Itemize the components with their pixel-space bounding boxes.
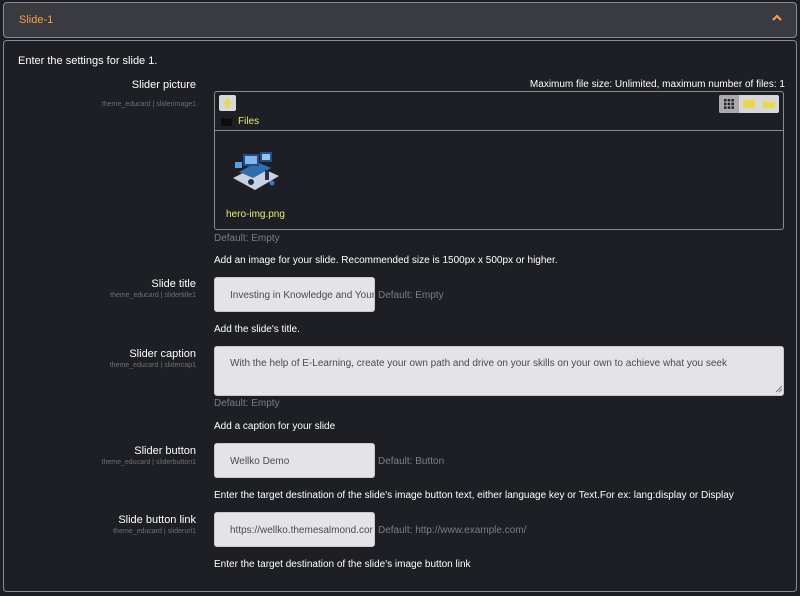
picture-default: Default: Empty bbox=[214, 233, 280, 244]
view-switcher bbox=[719, 95, 779, 113]
link-default: Default: http://www.example.com/ bbox=[378, 525, 527, 536]
button-description: Enter the target destination of the slid… bbox=[214, 490, 734, 501]
intro-text: Enter the settings for slide 1. bbox=[18, 55, 158, 67]
caption-default: Default: Empty bbox=[214, 398, 280, 409]
grid-view-button[interactable] bbox=[719, 95, 739, 113]
settings-panel: Enter the settings for slide 1. Slider p… bbox=[3, 40, 797, 592]
tree-view-button[interactable] bbox=[759, 95, 779, 113]
slide-button-link-input[interactable]: https://wellko.themesalmond.cor bbox=[214, 512, 375, 547]
button-default: Default: Button bbox=[378, 456, 445, 467]
list-view-button[interactable] bbox=[739, 95, 759, 113]
caption-setting-id: theme_educard | slidercap1 bbox=[109, 362, 196, 369]
title-setting-id: theme_educard | slidertitle1 bbox=[110, 292, 196, 299]
file-picker: Files hero-img.png bbox=[214, 91, 784, 230]
picture-setting-id: theme_educard | sliderimage1 bbox=[101, 101, 196, 108]
link-label: Slide button link bbox=[118, 514, 196, 526]
list-view-icon bbox=[743, 100, 755, 108]
picture-description: Add an image for your slide. Recommended… bbox=[214, 255, 558, 266]
link-description: Enter the target destination of the slid… bbox=[214, 559, 471, 570]
title-description: Add the slide's title. bbox=[214, 324, 300, 335]
file-name[interactable]: hero-img.png bbox=[226, 209, 285, 220]
caption-label: Slider caption bbox=[129, 348, 196, 360]
link-setting-id: theme_educard | sliderurl1 bbox=[113, 528, 196, 535]
chevron-up-icon[interactable] bbox=[770, 11, 784, 25]
button-setting-id: theme_educard | sliderbutton1 bbox=[101, 459, 196, 466]
section-title: Slide-1 bbox=[19, 14, 54, 26]
tree-view-icon bbox=[763, 101, 775, 108]
title-label: Slide title bbox=[151, 278, 196, 290]
image-thumbnail[interactable] bbox=[227, 148, 283, 194]
grid-view-icon bbox=[724, 99, 734, 109]
add-file-icon bbox=[223, 98, 232, 108]
file-picker-toolbar: Files bbox=[215, 92, 783, 131]
folder-icon bbox=[221, 117, 232, 126]
picture-limits: Maximum file size: Unlimited, maximum nu… bbox=[529, 79, 785, 90]
resize-handle-icon[interactable] bbox=[774, 384, 783, 393]
slide-title-input[interactable]: Investing in Knowledge and Your bbox=[214, 277, 375, 312]
add-file-button[interactable] bbox=[219, 95, 236, 111]
section-header[interactable]: Slide-1 bbox=[3, 2, 797, 38]
button-label: Slider button bbox=[134, 445, 196, 457]
title-default: Default: Empty bbox=[378, 290, 444, 301]
slider-button-input[interactable]: Wellko Demo bbox=[214, 443, 375, 478]
files-folder-label: Files bbox=[238, 116, 260, 127]
caption-description: Add a caption for your slide bbox=[214, 421, 336, 432]
files-path[interactable]: Files bbox=[221, 116, 259, 127]
picture-label: Slider picture bbox=[131, 79, 196, 91]
slider-caption-textarea[interactable]: With the help of E-Learning, create your… bbox=[214, 346, 784, 396]
